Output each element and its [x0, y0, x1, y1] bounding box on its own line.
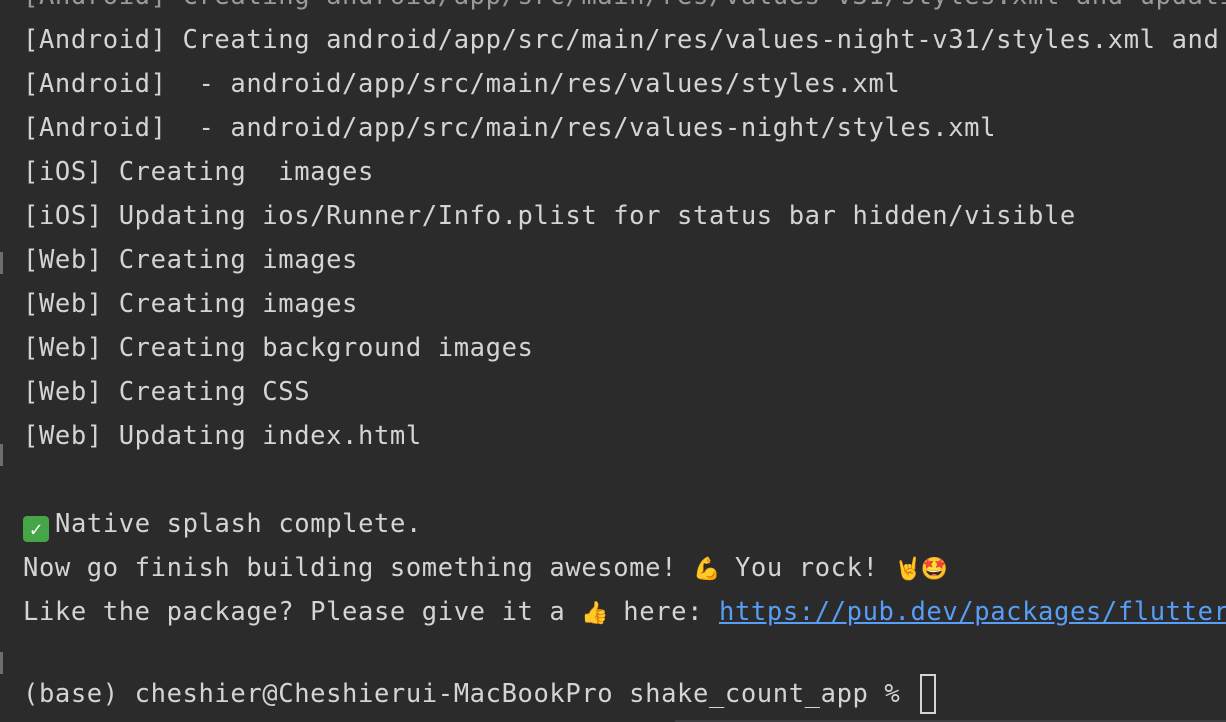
text-cursor — [920, 674, 937, 714]
output-line: [Web] Creating images — [23, 245, 358, 275]
like-package-line: Like the package? Please give it a 👍 her… — [23, 590, 1226, 634]
shell-prompt-line[interactable]: (base) cheshier@Cheshierui-MacBookPro sh… — [23, 672, 937, 716]
splash-complete-text: Native splash complete. — [55, 509, 422, 539]
like-package-text: Like the package? Please give it a — [23, 597, 582, 627]
gutter-marker — [0, 652, 3, 674]
terminal-panel[interactable]: [Android] Creating android/app/src/main/… — [0, 0, 1226, 722]
output-line: [iOS] Updating ios/Runner/Info.plist for… — [23, 201, 1076, 231]
shell-prompt: (base) cheshier@Cheshierui-MacBookPro sh… — [23, 679, 917, 709]
output-line: [Web] Creating background images — [23, 333, 534, 363]
rock-hand-emoji-icon: 🤘 — [894, 557, 923, 582]
output-line: [Android] Creating android/app/src/main/… — [23, 25, 1220, 55]
here-text: here: — [607, 597, 720, 627]
output-line: [Web] Creating CSS — [23, 377, 311, 407]
go-finish-line: Now go finish building something awesome… — [23, 546, 1226, 590]
thumbs-up-emoji-icon: 👍 — [581, 601, 610, 626]
terminal-gutter — [0, 0, 3, 722]
output-line: [iOS] Creating images — [23, 157, 374, 187]
terminal-output: [Android] Creating android/app/src/main/… — [23, 0, 1226, 634]
star-struck-emoji-icon: 🤩 — [920, 557, 949, 582]
output-line: [Android] - android/app/src/main/res/val… — [23, 113, 997, 143]
output-line: [Android] - android/app/src/main/res/val… — [23, 69, 901, 99]
output-line: [Web] Updating index.html — [23, 421, 422, 451]
go-finish-text: Now go finish building something awesome… — [23, 553, 693, 583]
gutter-marker — [0, 444, 3, 466]
pub-dev-link[interactable]: https://pub.dev/packages/flutter_native_… — [719, 597, 1226, 627]
you-rock-text: You rock! — [719, 553, 895, 583]
check-mark-icon: ✓ — [23, 516, 49, 542]
splash-complete-line: ✓ Native splash complete. — [23, 502, 1226, 546]
muscle-emoji-icon: 💪 — [693, 557, 721, 582]
output-line: [Android] Creating android/app/src/main/… — [23, 0, 1226, 18]
output-line: [Web] Creating images — [23, 289, 358, 319]
gutter-marker — [0, 252, 3, 274]
